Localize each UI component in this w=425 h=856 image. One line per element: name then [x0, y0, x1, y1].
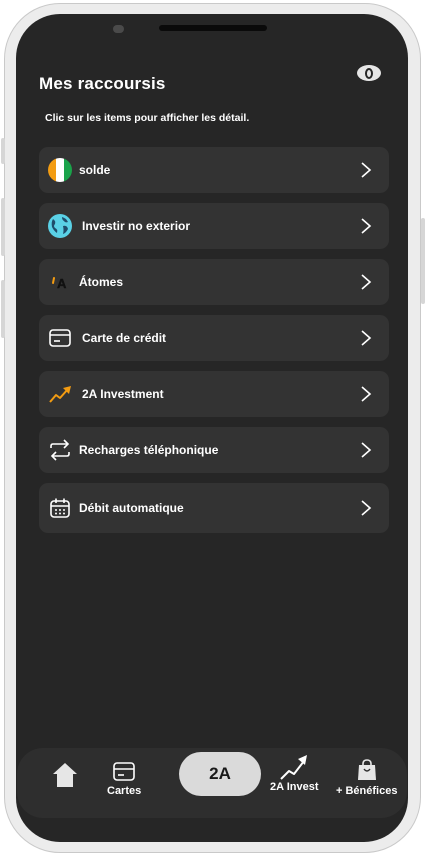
shortcut-carte-credit[interactable]: Carte de crédit [39, 315, 389, 361]
shortcut-debit-automatique[interactable]: Débit automatique [39, 483, 389, 533]
nav-benefices-label: + Bénéfices [336, 785, 398, 797]
card-icon [113, 762, 135, 781]
globe-icon [47, 213, 73, 239]
chevron-right-icon [361, 500, 372, 516]
nav-home[interactable] [52, 761, 78, 789]
shortcut-label: Débit automatique [79, 501, 184, 515]
side-button-mute [1, 138, 5, 164]
side-button-volume-up [1, 198, 5, 256]
side-button-power [421, 218, 425, 304]
chevron-right-icon [361, 274, 372, 290]
credit-card-icon [47, 325, 73, 351]
shopping-bag-icon [357, 759, 376, 780]
nav-cartes[interactable]: Cartes [107, 761, 141, 797]
home-icon [53, 763, 77, 787]
shortcut-label: Átomes [79, 275, 124, 289]
front-camera [113, 25, 124, 33]
trend-up-icon [47, 381, 73, 407]
shortcut-label: Recharges téléphonique [79, 443, 219, 457]
nav-cartes-label: Cartes [107, 785, 142, 797]
nav-2a-invest[interactable]: 2A Invest [270, 753, 319, 793]
shortcut-recharges[interactable]: Recharges téléphonique [39, 427, 389, 473]
eye-toggle-icon[interactable] [357, 65, 381, 81]
side-button-volume-down [1, 280, 5, 338]
svg-text:A: A [57, 276, 67, 291]
chevron-right-icon [361, 162, 372, 178]
chevron-right-icon [361, 386, 372, 402]
shortcut-atomes[interactable]: A Átomes [39, 259, 389, 305]
speaker-grille [159, 25, 267, 31]
shortcut-2a-investment[interactable]: 2A Investment [39, 371, 389, 417]
chevron-right-icon [361, 442, 372, 458]
trend-up-icon [280, 755, 308, 780]
nav-benefices[interactable]: + Bénéfices [336, 758, 397, 797]
nav-2a-invest-label: 2A Invest [270, 781, 319, 793]
chevron-right-icon [361, 330, 372, 346]
ivory-coast-flag-icon [47, 157, 73, 183]
shortcut-label: solde [79, 163, 111, 177]
shortcut-label: Carte de crédit [82, 331, 167, 345]
page-subtitle: Clic sur les items pour afficher les dét… [45, 112, 250, 124]
page-title: Mes raccoursis [39, 74, 166, 93]
nav-2a-button[interactable]: 2A [179, 752, 261, 796]
shortcut-solde[interactable]: solde [39, 147, 389, 193]
bottom-navigation: Cartes 2A 2A Invest + Bénéfices [17, 748, 407, 818]
atomes-logo-icon: A [47, 269, 73, 295]
phone-screen: Mes raccoursis Clic sur les items pour a… [16, 14, 408, 842]
chevron-right-icon [361, 218, 372, 234]
calendar-icon [47, 495, 73, 521]
shortcut-label: Investir no exterior [82, 219, 191, 233]
shortcut-investir-exterior[interactable]: Investir no exterior [39, 203, 389, 249]
exchange-arrows-icon [47, 437, 73, 463]
shortcut-label: 2A Investment [82, 387, 164, 401]
